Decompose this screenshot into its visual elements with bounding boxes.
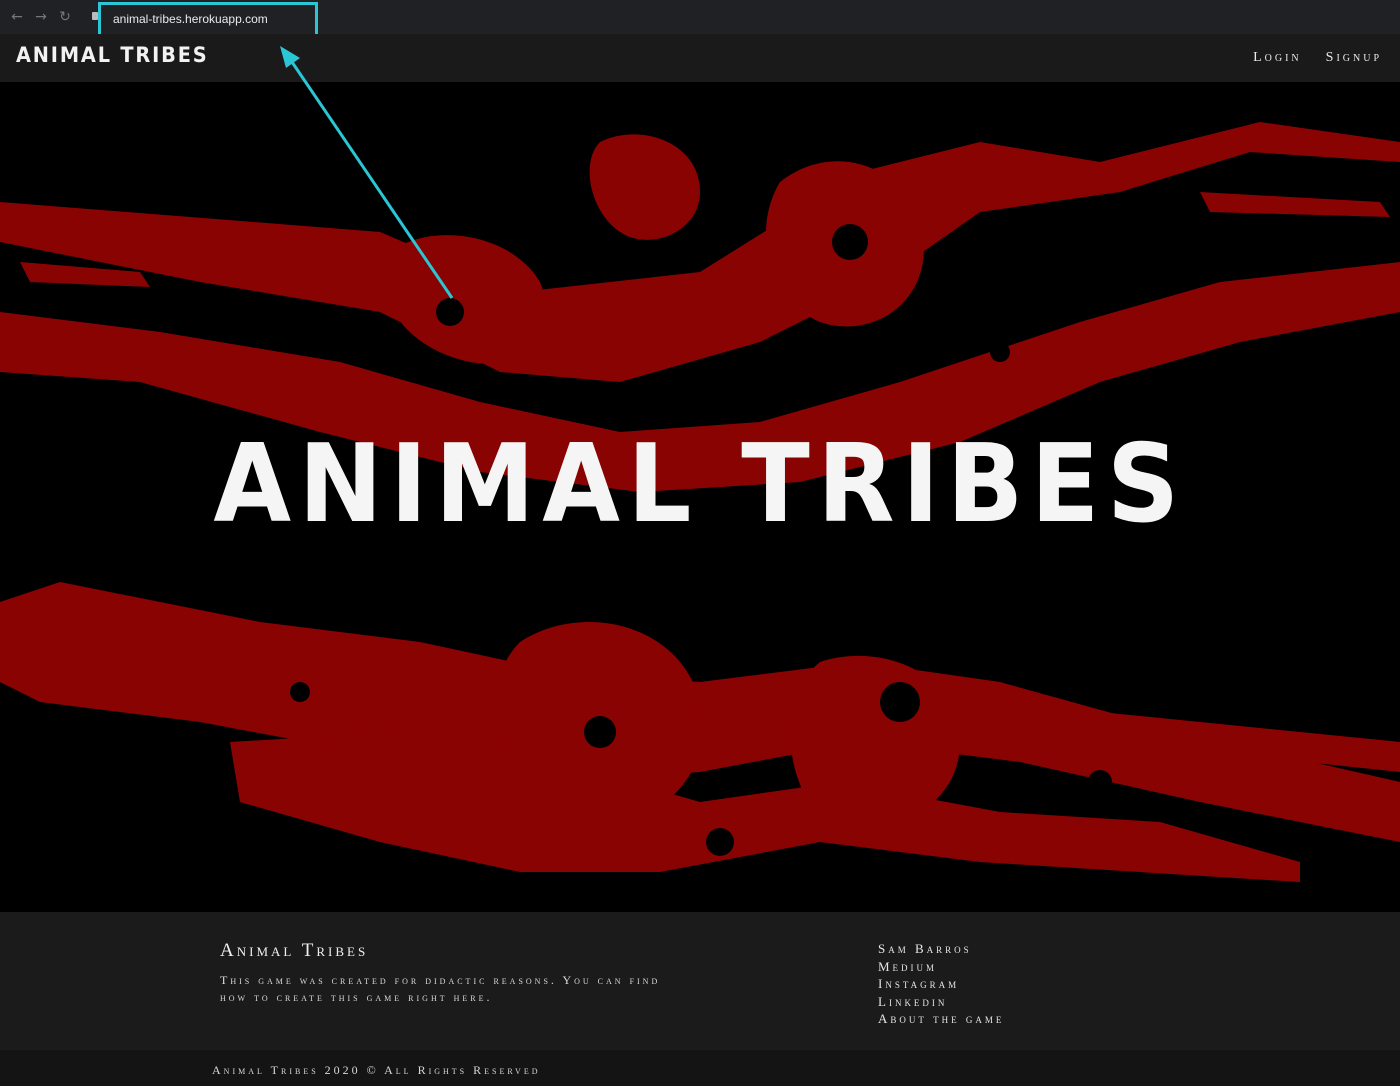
arrow-left-icon[interactable]: ← xyxy=(8,8,26,26)
nav-links: Login Signup xyxy=(1253,50,1382,66)
footer-link-instagram[interactable]: Instagram xyxy=(878,975,1004,993)
copyright-bar: Animal Tribes 2020 © All Rights Reserved xyxy=(0,1050,1400,1086)
footer-link-linkedin[interactable]: Linkedin xyxy=(878,993,1004,1011)
footer-title: Animal Tribes xyxy=(220,940,369,961)
site-navbar: ANIMAL TRIBES Login Signup xyxy=(0,34,1400,82)
footer-link-medium[interactable]: Medium xyxy=(878,958,1004,976)
site-footer: Animal Tribes This game was created for … xyxy=(0,912,1400,1086)
address-bar-url[interactable]: animal-tribes.herokuapp.com xyxy=(113,12,268,26)
brand-logo[interactable]: ANIMAL TRIBES xyxy=(16,43,209,67)
footer-links: Sam Barros Medium Instagram Linkedin Abo… xyxy=(878,940,1004,1028)
signup-link[interactable]: Signup xyxy=(1326,50,1382,66)
hero-section: ANIMAL TRIBES xyxy=(0,82,1400,912)
arrow-right-icon[interactable]: → xyxy=(32,8,50,26)
footer-link-sam-barros[interactable]: Sam Barros xyxy=(878,940,1004,958)
hero-title: ANIMAL TRIBES xyxy=(213,422,1187,547)
login-link[interactable]: Login xyxy=(1253,50,1302,66)
browser-toolbar: ← → ↻ animal-tribes.herokuapp.com xyxy=(0,0,1400,38)
footer-description: This game was created for didactic reaso… xyxy=(220,973,661,1004)
copyright-text: Animal Tribes 2020 © All Rights Reserved xyxy=(212,1063,541,1077)
reload-icon[interactable]: ↻ xyxy=(56,8,74,26)
footer-link-about[interactable]: About the game xyxy=(878,1010,1004,1028)
address-bar-highlight[interactable]: animal-tribes.herokuapp.com xyxy=(98,2,318,38)
